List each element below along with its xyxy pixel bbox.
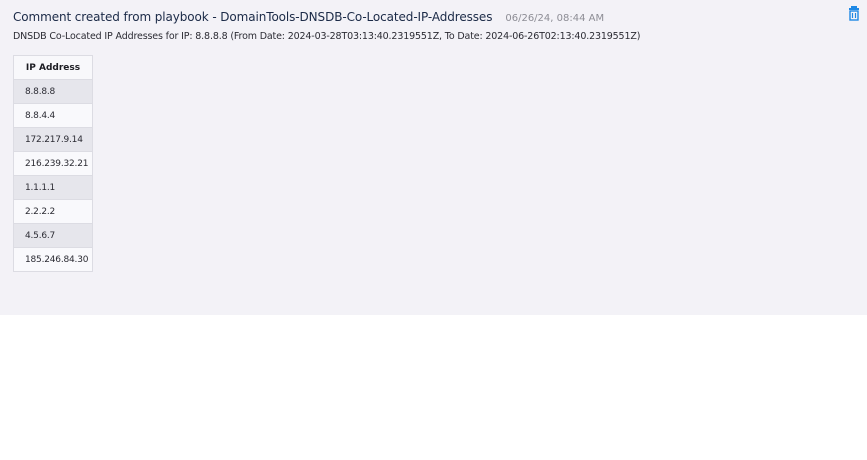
comment-title: Comment created from playbook - DomainTo… (13, 10, 493, 24)
delete-comment-button[interactable] (847, 5, 863, 21)
comment-description: DNSDB Co-Located IP Addresses for IP: 8.… (13, 31, 641, 42)
comment-timestamp: 06/26/24, 08:44 AM (505, 13, 605, 24)
ip-address-cell: 4.5.6.7 (13, 223, 93, 248)
trash-icon (849, 6, 859, 21)
ip-address-cell: 8.8.4.4 (13, 103, 93, 128)
ip-address-table: IP Address 8.8.8.8 8.8.4.4 172.217.9.14 … (13, 55, 93, 272)
ip-address-cell: 2.2.2.2 (13, 199, 93, 224)
table-row: 1.1.1.1 (13, 175, 93, 200)
table-row: 172.217.9.14 (13, 127, 93, 152)
comment-header: Comment created from playbook - DomainTo… (13, 10, 604, 24)
table-header-row: IP Address (13, 55, 93, 80)
table-row: 2.2.2.2 (13, 199, 93, 224)
ip-address-cell: 216.239.32.21 (13, 151, 93, 176)
ip-address-cell: 1.1.1.1 (13, 175, 93, 200)
table-row: 185.246.84.30 (13, 247, 93, 272)
comment-card: Comment created from playbook - DomainTo… (0, 0, 867, 315)
table-row: 4.5.6.7 (13, 223, 93, 248)
table-row: 8.8.8.8 (13, 79, 93, 104)
column-header-ip-address: IP Address (13, 55, 93, 80)
ip-address-cell: 172.217.9.14 (13, 127, 93, 152)
table-row: 216.239.32.21 (13, 151, 93, 176)
ip-address-cell: 8.8.8.8 (13, 79, 93, 104)
table-row: 8.8.4.4 (13, 103, 93, 128)
ip-address-cell: 185.246.84.30 (13, 247, 93, 272)
